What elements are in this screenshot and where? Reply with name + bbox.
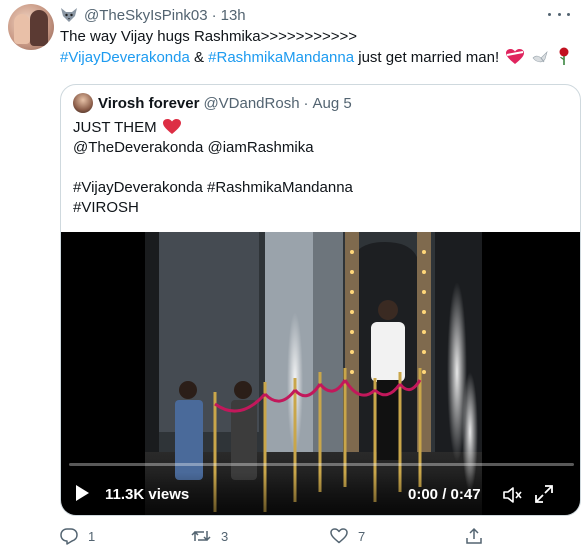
reply-icon [60, 528, 78, 545]
share-button[interactable] [465, 526, 493, 546]
separator-dot: · [211, 6, 217, 24]
rose-emoji-icon [559, 47, 569, 65]
video-player[interactable]: 11.3K views 0:00 / 0:47 [61, 232, 580, 515]
retweet-icon [191, 530, 211, 542]
quoted-text-mentions: @TheDeverakonda @iamRashmika [73, 139, 314, 156]
hashtag-vijaydeverakonda[interactable]: #VijayDeverakonda [60, 49, 190, 66]
tweet-text-amp: & [189, 49, 209, 66]
wolf-emoji-icon [61, 8, 77, 22]
tweet-text-line1: The way Vijay hugs Rashmika>>>>>>>>>>> [60, 28, 358, 45]
video-controls: 11.3K views 0:00 / 0:47 [61, 472, 580, 515]
quoted-text-blank [73, 158, 353, 178]
author-handle[interactable]: @TheSkyIsPink03 [84, 7, 208, 24]
dove-emoji-icon [533, 50, 549, 63]
reply-button[interactable]: 1 [60, 526, 95, 546]
wrapped-heart-emoji-icon [506, 49, 525, 64]
share-icon [466, 527, 482, 544]
tweet-time[interactable]: 13h [221, 7, 246, 24]
more-options-icon[interactable] [548, 6, 570, 22]
fullscreen-icon[interactable] [534, 484, 554, 504]
quoted-text-line1: JUST THEM [73, 119, 157, 136]
heart-icon [330, 528, 348, 544]
like-button[interactable]: 7 [330, 526, 365, 546]
view-count: 11.3K views [105, 486, 190, 503]
separator-dot: · [303, 94, 309, 112]
quoted-author-handle[interactable]: @VDandRosh [203, 95, 299, 112]
tweet-actions: 1 3 7 [56, 526, 576, 546]
quoted-tweet[interactable]: Virosh forever @VDandRosh · Aug 5 JUST T… [60, 84, 581, 516]
quoted-tweet-text: JUST THEM @TheDeverakonda @iamRashmika #… [73, 118, 353, 218]
retweet-count: 3 [221, 528, 229, 544]
video-progress-bar[interactable] [69, 463, 574, 466]
quoted-author-avatar[interactable] [73, 93, 93, 113]
tweet-header: @TheSkyIsPink03 · 13h [60, 6, 246, 24]
video-time: 0:00 / 0:47 [408, 486, 481, 503]
quoted-text-virosh: #VIROSH [73, 199, 139, 216]
like-count: 7 [358, 528, 366, 544]
play-icon[interactable] [73, 484, 91, 502]
tweet-text-tail: just get married man! [354, 49, 500, 66]
tweet[interactable]: @TheSkyIsPink03 · 13h The way Vijay hugs… [0, 0, 588, 547]
quoted-tweet-date[interactable]: Aug 5 [313, 95, 352, 112]
retweet-button[interactable]: 3 [191, 526, 228, 546]
hashtag-rashmikamandanna[interactable]: #RashmikaMandanna [208, 49, 354, 66]
quoted-tweet-header: Virosh forever @VDandRosh · Aug 5 [73, 93, 352, 113]
quoted-text-hashtags: #VijayDeverakonda #RashmikaMandanna [73, 179, 353, 196]
mute-icon[interactable] [502, 485, 522, 505]
quoted-author-name[interactable]: Virosh forever [98, 95, 199, 112]
red-heart-emoji-icon [162, 119, 181, 134]
tweet-text: The way Vijay hugs Rashmika>>>>>>>>>>> #… [60, 27, 580, 68]
reply-count: 1 [88, 528, 96, 544]
author-avatar[interactable] [8, 4, 54, 50]
